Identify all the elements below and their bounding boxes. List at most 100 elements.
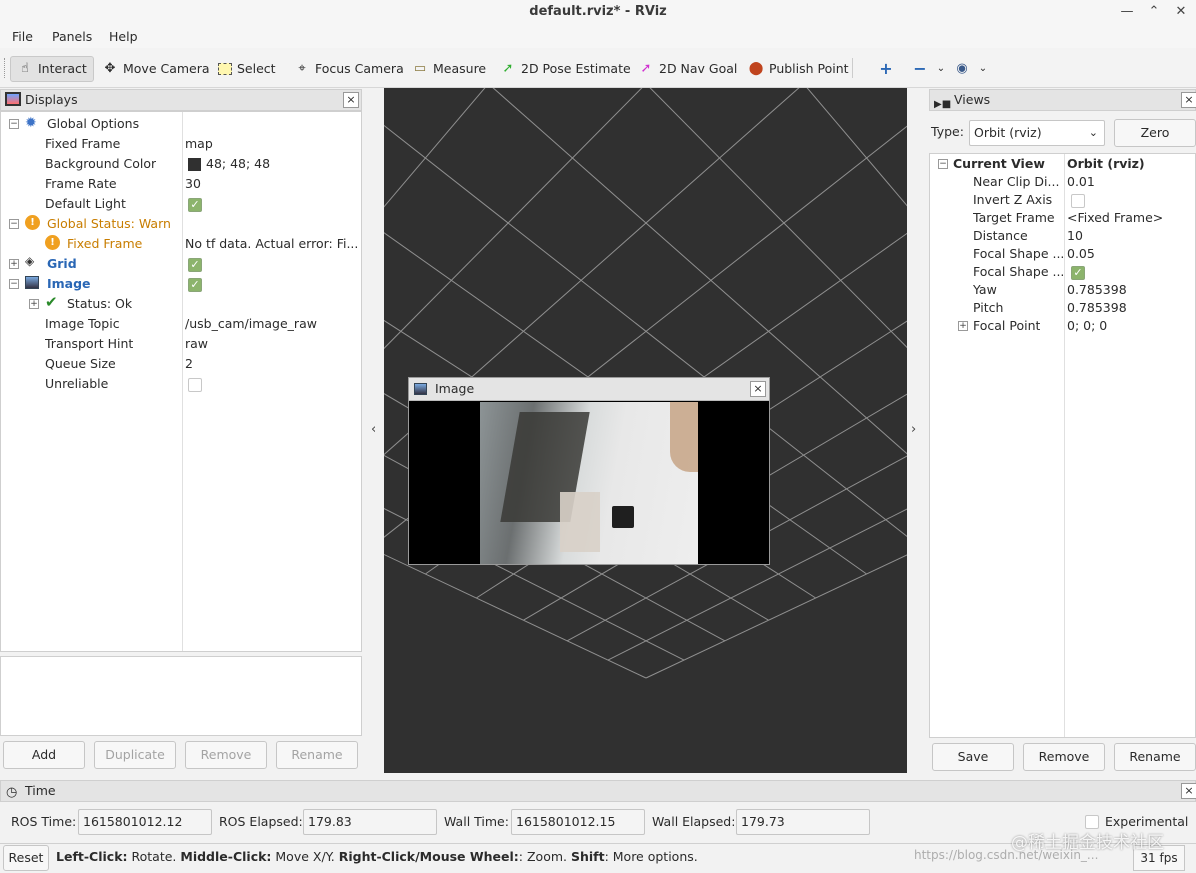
unreliable-checkbox[interactable] <box>188 378 202 392</box>
target-frame-value[interactable]: <Fixed Frame> <box>1067 208 1163 228</box>
pitch-value[interactable]: 0.785398 <box>1067 298 1127 318</box>
ros-time-field[interactable]: 1615801012.12 <box>78 809 212 835</box>
pose-estimate-tool-button[interactable]: ➚ 2D Pose Estimate <box>494 56 637 82</box>
collapse-icon[interactable]: − <box>9 119 19 129</box>
near-clip-label: Near Clip Di... <box>973 174 1060 189</box>
title-bar: default.rviz* - RViz <box>0 0 1196 26</box>
clock-icon: ◷ <box>6 785 18 800</box>
zero-button[interactable]: Zero <box>1114 119 1196 147</box>
queue-size-value[interactable]: 2 <box>185 354 193 374</box>
global-status-label[interactable]: Global Status: Warn <box>47 214 171 234</box>
grid-icon: ◈ <box>25 254 35 268</box>
add-tool-button[interactable]: + <box>872 56 900 82</box>
wall-time-field[interactable]: 1615801012.15 <box>511 809 645 835</box>
grid-display-label[interactable]: Grid <box>47 254 77 274</box>
fixed-frame-value[interactable]: map <box>185 134 213 154</box>
frame-rate-value[interactable]: 30 <box>185 174 201 194</box>
distance-value[interactable]: 10 <box>1067 226 1083 246</box>
unreliable-label: Unreliable <box>45 376 109 391</box>
view-type-select[interactable]: Orbit (rviz) ⌄ <box>969 120 1105 146</box>
displays-close-icon[interactable]: × <box>343 92 359 108</box>
image-topic-value[interactable]: /usb_cam/image_raw <box>185 314 317 334</box>
maximize-icon[interactable]: ⌃ <box>1143 2 1165 22</box>
invert-z-label: Invert Z Axis <box>973 192 1053 207</box>
expand-icon[interactable]: + <box>9 259 19 269</box>
close-icon[interactable]: ✕ <box>1170 2 1192 22</box>
wall-elapsed-field[interactable]: 179.73 <box>736 809 870 835</box>
pitch-label: Pitch <box>973 300 1004 315</box>
focus-camera-tool-button[interactable]: ⌖ Focus Camera <box>288 56 410 82</box>
duplicate-display-button[interactable]: Duplicate <box>94 741 176 769</box>
green-arrow-icon: ➚ <box>502 61 514 76</box>
remove-view-button[interactable]: Remove <box>1023 743 1105 771</box>
invert-z-checkbox[interactable] <box>1071 194 1085 208</box>
checkmark-icon: ✔ <box>45 293 58 311</box>
focal-shape-size-label: Focal Shape ... <box>973 246 1063 261</box>
view-type-label: Type: <box>931 124 964 139</box>
transport-hint-value[interactable]: raw <box>185 334 208 354</box>
save-view-button[interactable]: Save <box>932 743 1014 771</box>
focal-shape-fixed-checkbox[interactable]: ✓ <box>1071 266 1085 280</box>
image-display-label[interactable]: Image <box>47 274 91 294</box>
grid-enabled-checkbox[interactable]: ✓ <box>188 258 202 272</box>
collapse-icon[interactable]: − <box>9 279 19 289</box>
warning-icon: ! <box>45 235 60 250</box>
menu-panels[interactable]: Panels <box>52 29 92 44</box>
panel-visibility-button[interactable]: ◉ ⌄ <box>948 56 997 82</box>
near-clip-value[interactable]: 0.01 <box>1067 172 1095 192</box>
chevron-down-icon: ⌄ <box>978 63 988 74</box>
grid-line <box>646 88 907 418</box>
remove-display-button[interactable]: Remove <box>185 741 267 769</box>
rename-view-button[interactable]: Rename <box>1114 743 1196 771</box>
add-display-button[interactable]: Add <box>3 741 85 769</box>
select-tool-button[interactable]: Select <box>212 56 282 82</box>
toolbar-grip <box>4 58 6 78</box>
collapse-left-icon[interactable]: ‹ <box>371 422 376 437</box>
collapse-icon[interactable]: − <box>9 219 19 229</box>
image-icon <box>25 276 39 289</box>
expand-icon[interactable]: + <box>29 299 39 309</box>
hand-pointer-icon: ☝ <box>21 61 29 76</box>
interact-tool-button[interactable]: ☝ Interact <box>10 56 94 82</box>
chevron-down-icon: ⌄ <box>1088 126 1098 139</box>
monitor-icon <box>5 92 21 106</box>
toolbar: ☝ Interact ✥ Move Camera Select ⌖ Focus … <box>0 48 1196 88</box>
menu-file[interactable]: File <box>12 29 33 44</box>
reset-button[interactable]: Reset <box>3 845 49 871</box>
expand-icon[interactable]: + <box>958 321 968 331</box>
focal-shape-size-value[interactable]: 0.05 <box>1067 244 1095 264</box>
collapse-right-icon[interactable]: › <box>911 422 916 437</box>
status-help-text: Left-Click: Rotate. Middle-Click: Move X… <box>56 849 698 864</box>
focal-point-value[interactable]: 0; 0; 0 <box>1067 316 1107 336</box>
select-box-icon <box>218 63 232 75</box>
move-camera-tool-button[interactable]: ✥ Move Camera <box>96 56 216 82</box>
measure-tool-button[interactable]: ▭ Measure <box>406 56 492 82</box>
color-swatch[interactable] <box>188 158 201 171</box>
time-close-icon[interactable]: × <box>1181 783 1196 799</box>
menu-help[interactable]: Help <box>109 29 138 44</box>
minimize-icon[interactable]: — <box>1116 2 1138 22</box>
ros-elapsed-field[interactable]: 179.83 <box>303 809 437 835</box>
global-options-label[interactable]: Global Options <box>47 114 139 134</box>
background-color-value[interactable]: 48; 48; 48 <box>206 154 270 174</box>
views-close-icon[interactable]: × <box>1181 92 1196 108</box>
yaw-value[interactable]: 0.785398 <box>1067 280 1127 300</box>
current-view-label: Current View <box>953 156 1045 171</box>
experimental-checkbox[interactable] <box>1085 815 1099 829</box>
image-enabled-checkbox[interactable]: ✓ <box>188 278 202 292</box>
image-panel-close-icon[interactable]: × <box>750 381 766 397</box>
nav-goal-tool-button[interactable]: ➚ 2D Nav Goal <box>632 56 743 82</box>
fixed-frame-status-value: No tf data. Actual error: Fi... <box>185 236 359 251</box>
background-color-label: Background Color <box>45 156 157 171</box>
rename-display-button[interactable]: Rename <box>276 741 358 769</box>
publish-point-tool-button[interactable]: ⬤ Publish Point <box>742 56 855 82</box>
column-divider <box>1064 154 1065 737</box>
focal-point-label: Focal Point <box>973 318 1041 333</box>
focal-shape-fixed-label: Focal Shape ... <box>973 264 1063 279</box>
image-icon <box>414 383 427 395</box>
default-light-checkbox[interactable]: ✓ <box>188 198 202 212</box>
fixed-frame-label: Fixed Frame <box>45 136 121 151</box>
image-panel: Image × <box>408 377 770 565</box>
collapse-icon[interactable]: − <box>938 159 948 169</box>
grid-line <box>384 88 646 418</box>
